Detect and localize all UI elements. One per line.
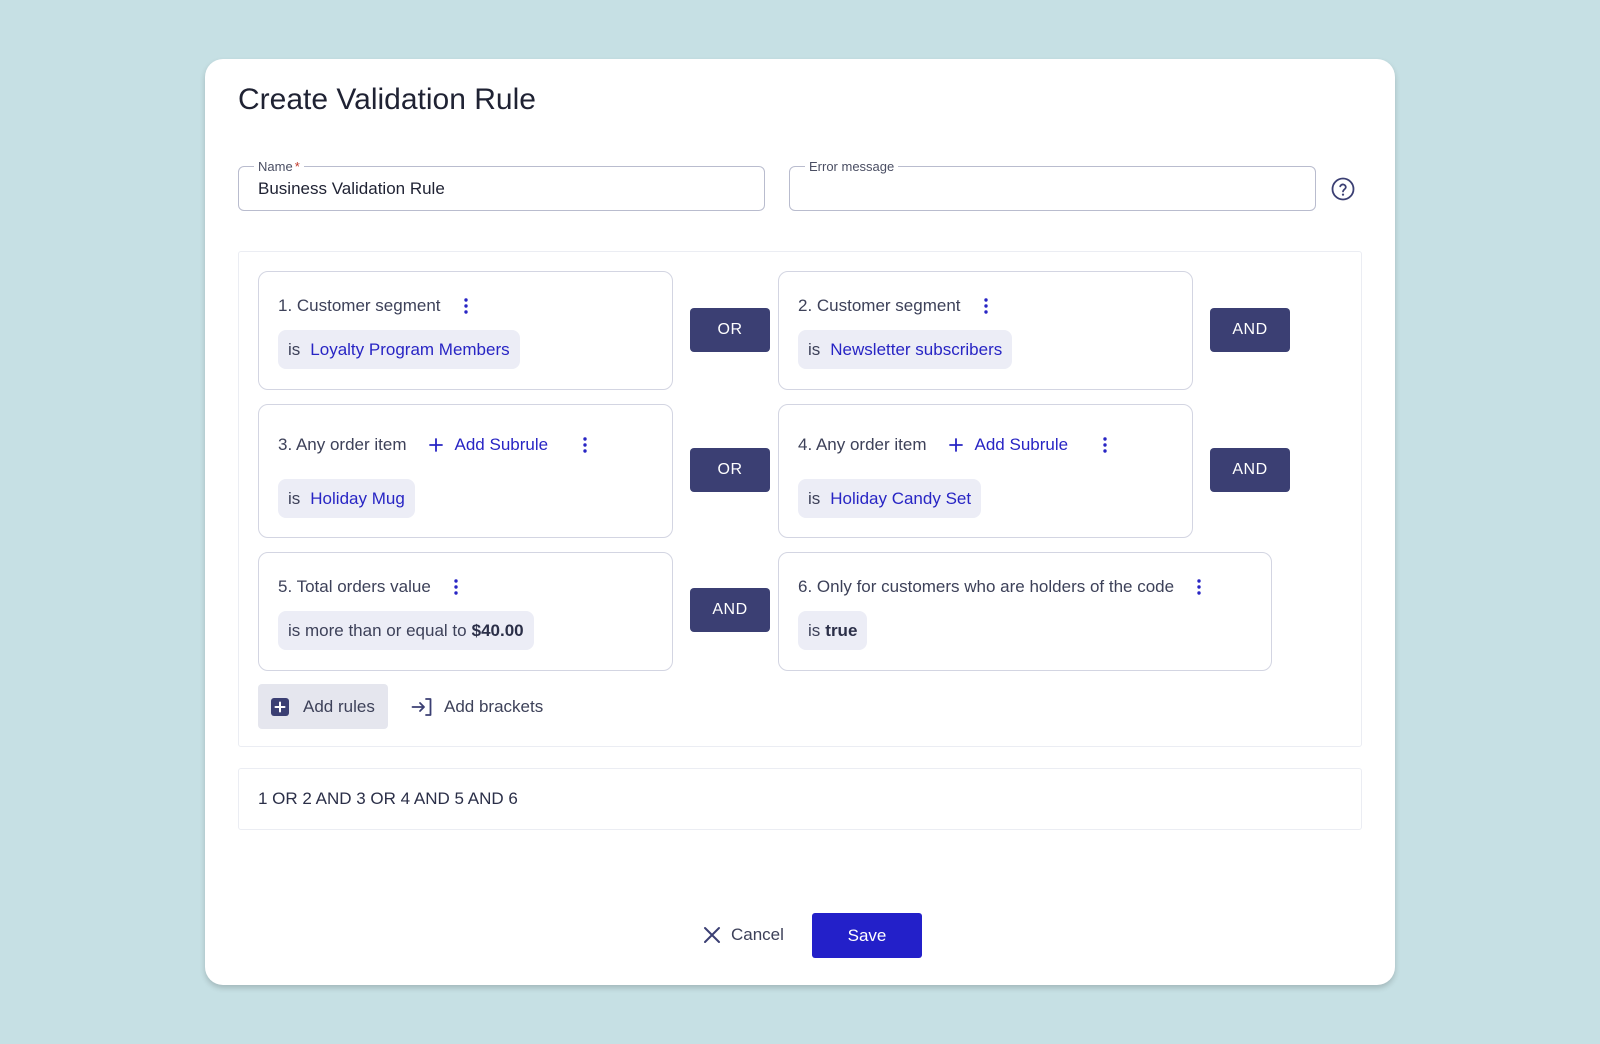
rule-card-6: 6. Only for customers who are holders of… [778, 552, 1272, 671]
name-input[interactable] [239, 167, 764, 210]
dialog-title: Create Validation Rule [238, 83, 536, 116]
create-validation-rule-dialog: Create Validation Rule Name* Error messa… [205, 59, 1395, 985]
plus-square-icon [271, 697, 289, 716]
rule-card-1: 1. Customer segment is Loyalty Program M… [258, 271, 673, 390]
rule-card-3: 3. Any order item Add Subrule is Holiday… [258, 404, 673, 538]
help-circle-icon[interactable] [1331, 177, 1355, 201]
more-vertical-icon[interactable] [1098, 436, 1112, 454]
operator-toggle-4[interactable]: AND [1210, 448, 1290, 492]
more-vertical-icon[interactable] [578, 436, 592, 454]
condition-prefix: is [808, 620, 821, 640]
condition-prefix: is more than or equal to [288, 620, 467, 640]
add-subrule-button[interactable]: Add Subrule [948, 435, 1069, 455]
rule-header: 2. Customer segment [798, 296, 961, 315]
operator-toggle-3[interactable]: OR [690, 448, 770, 492]
add-rules-button[interactable]: Add rules [258, 684, 388, 729]
rule-expression: 1 OR 2 AND 3 OR 4 AND 5 AND 6 [238, 768, 1362, 830]
rules-panel: 1. Customer segment is Loyalty Program M… [238, 251, 1362, 747]
cancel-button[interactable]: Cancel [703, 913, 784, 957]
cancel-label: Cancel [731, 925, 784, 944]
error-message-field[interactable]: Error message [789, 159, 1316, 211]
error-message-input[interactable] [790, 167, 1315, 210]
rule-card-5: 5. Total orders value is more than or eq… [258, 552, 673, 671]
plus-icon [428, 438, 443, 452]
rule-header: 1. Customer segment [278, 296, 441, 315]
save-button[interactable]: Save [812, 913, 922, 958]
condition-value: $40.00 [471, 620, 524, 640]
condition-prefix: is [288, 339, 301, 359]
add-subrule-button[interactable]: Add Subrule [428, 435, 549, 455]
condition-value: true [825, 620, 858, 640]
rule-condition-chip[interactable]: is Holiday Mug [278, 479, 415, 518]
condition-value: Holiday Candy Set [830, 488, 972, 508]
rule-header: 4. Any order item [798, 435, 927, 454]
name-field[interactable]: Name * [238, 159, 765, 211]
add-brackets-button[interactable]: Add brackets [411, 684, 543, 729]
operator-toggle-1[interactable]: OR [690, 308, 770, 352]
more-vertical-icon[interactable] [459, 297, 473, 315]
condition-value: Newsletter subscribers [830, 339, 1003, 359]
more-vertical-icon[interactable] [1192, 578, 1206, 596]
rule-condition-chip[interactable]: is Holiday Candy Set [798, 479, 982, 518]
rule-condition-chip[interactable]: is Loyalty Program Members [278, 330, 520, 369]
rule-header: 5. Total orders value [278, 577, 431, 596]
condition-prefix: is [808, 488, 821, 508]
add-subrule-label: Add Subrule [974, 435, 1069, 454]
condition-prefix: is [808, 339, 821, 359]
close-icon [704, 927, 720, 943]
add-rules-label: Add rules [303, 696, 375, 716]
login-arrow-icon [411, 697, 432, 716]
rule-header: 6. Only for customers who are holders of… [798, 577, 1175, 596]
rule-condition-chip[interactable]: is true [798, 611, 868, 650]
plus-icon [948, 438, 963, 452]
condition-prefix: is [288, 488, 301, 508]
add-subrule-label: Add Subrule [454, 435, 549, 454]
rule-condition-chip[interactable]: is Newsletter subscribers [798, 330, 1013, 369]
operator-toggle-5[interactable]: AND [690, 588, 770, 632]
operator-toggle-2[interactable]: AND [1210, 308, 1290, 352]
add-brackets-label: Add brackets [444, 696, 544, 716]
rule-card-4: 4. Any order item Add Subrule is Holiday… [778, 404, 1193, 538]
condition-value: Loyalty Program Members [310, 339, 510, 359]
rule-card-2: 2. Customer segment is Newsletter subscr… [778, 271, 1193, 390]
condition-value: Holiday Mug [310, 488, 405, 508]
rule-condition-chip[interactable]: is more than or equal to $40.00 [278, 611, 534, 650]
more-vertical-icon[interactable] [979, 297, 993, 315]
more-vertical-icon[interactable] [449, 578, 463, 596]
rule-header: 3. Any order item [278, 435, 407, 454]
